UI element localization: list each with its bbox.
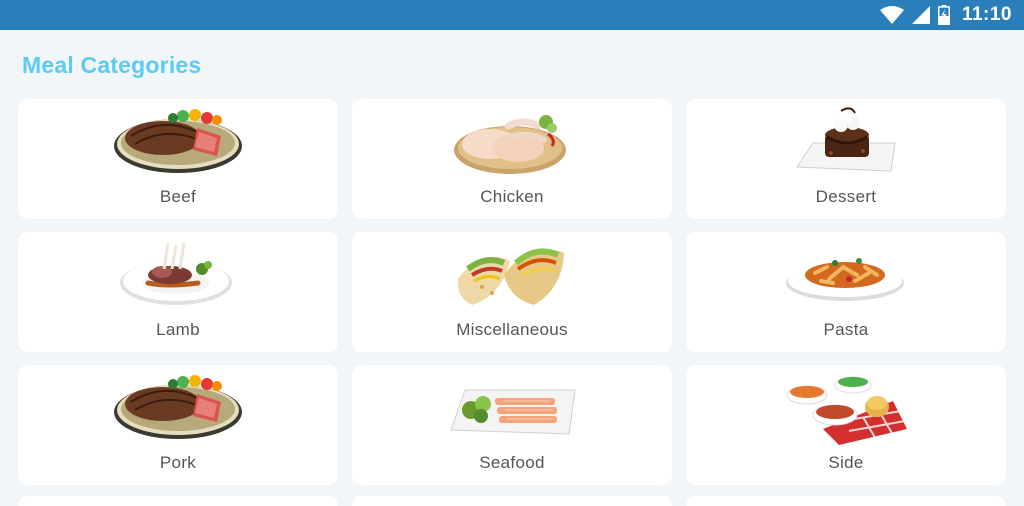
partial-card[interactable] — [18, 496, 338, 506]
category-card-pasta[interactable]: Pasta — [686, 232, 1006, 352]
category-label: Dessert — [815, 187, 877, 206]
category-card-chicken[interactable]: Chicken — [352, 99, 672, 219]
chicken-legs-image — [352, 103, 672, 181]
battery-charging-icon — [937, 5, 950, 25]
category-label: Miscellaneous — [456, 320, 568, 339]
signal-icon — [911, 6, 930, 24]
steak-plate-image — [18, 103, 338, 181]
page-title: Meal Categories — [22, 52, 202, 78]
category-grid: Beef Chicken Dessert Lamb Miscellaneous … — [18, 99, 1006, 485]
penne-pasta-image — [686, 236, 1006, 314]
next-row-cards — [18, 496, 1006, 506]
status-icons: 11:10 — [879, 4, 1012, 26]
side-dishes-image — [686, 369, 1006, 447]
category-card-miscellaneous[interactable]: Miscellaneous — [352, 232, 672, 352]
category-label: Lamb — [156, 320, 200, 339]
category-card-seafood[interactable]: Seafood — [352, 365, 672, 485]
status-time: 11:10 — [961, 4, 1012, 25]
category-label: Pasta — [823, 320, 869, 339]
steak-plate-image — [18, 369, 338, 447]
lamb-chops-image — [18, 236, 338, 314]
partial-card[interactable] — [686, 496, 1006, 506]
chocolate-cake-image — [686, 103, 1006, 181]
category-label: Beef — [159, 187, 197, 206]
category-card-side[interactable]: Side — [686, 365, 1006, 485]
category-label: Side — [828, 453, 864, 472]
category-label: Seafood — [479, 453, 545, 472]
tacos-image — [352, 236, 672, 314]
salmon-platter-image — [352, 369, 672, 447]
category-label: Chicken — [480, 187, 544, 206]
category-card-lamb[interactable]: Lamb — [18, 232, 338, 352]
wifi-icon — [879, 6, 904, 24]
status-bar: 11:10 — [0, 0, 1024, 30]
partial-card[interactable] — [352, 496, 672, 506]
category-card-dessert[interactable]: Dessert — [686, 99, 1006, 219]
category-card-beef[interactable]: Beef — [18, 99, 338, 219]
category-label: Pork — [159, 453, 197, 472]
category-card-pork[interactable]: Pork — [18, 365, 338, 485]
